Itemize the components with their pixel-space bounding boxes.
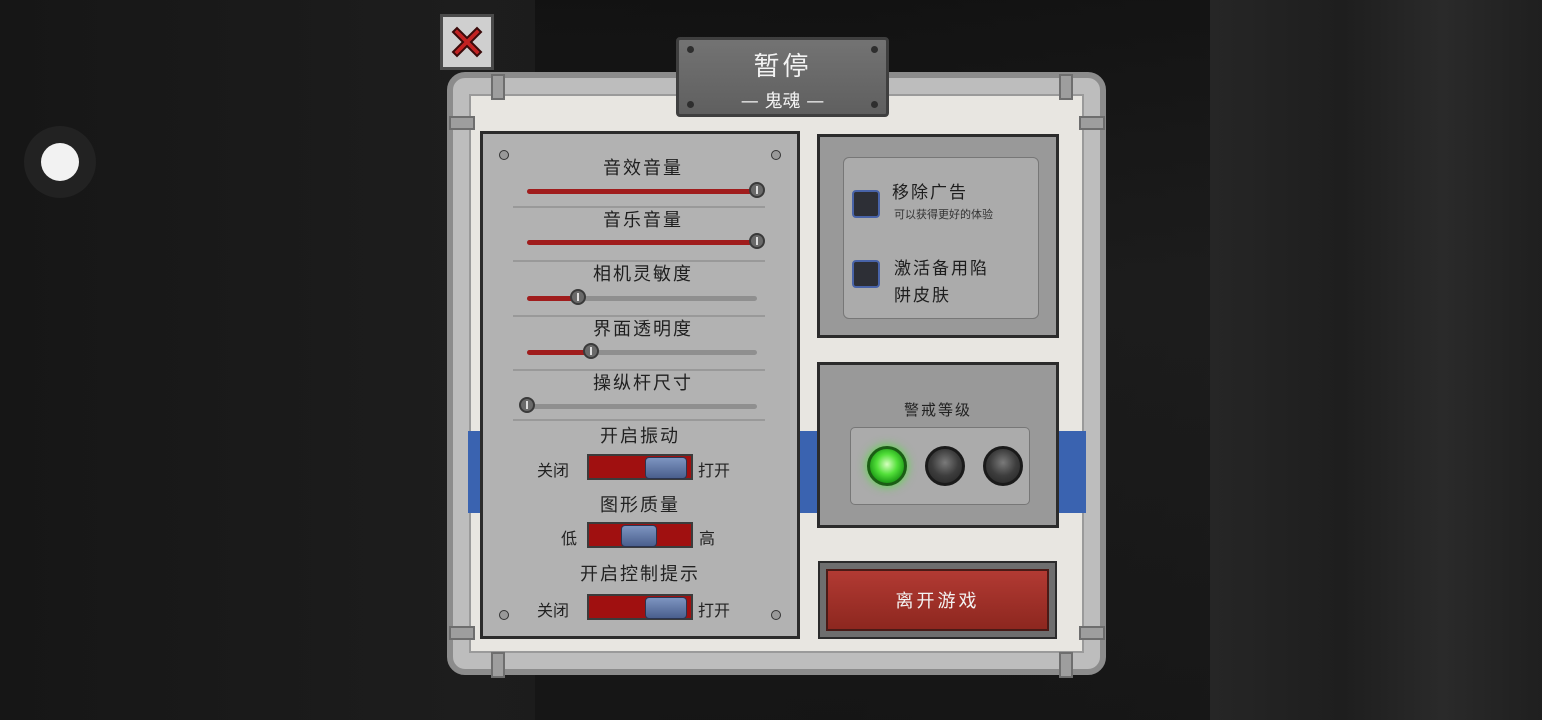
slider-track[interactable] — [527, 343, 757, 359]
frame-bolt — [1059, 652, 1073, 678]
vibration-toggle[interactable] — [587, 454, 693, 480]
vibration-title: 开启振动 — [600, 426, 680, 447]
hints-toggle[interactable] — [587, 594, 693, 620]
slider-knob[interactable] — [569, 289, 586, 305]
frame-bolt — [491, 652, 505, 678]
frame-bolt — [1059, 74, 1073, 100]
slider-label: 相机灵敏度 — [593, 264, 693, 285]
toggle-high-label: 高 — [699, 529, 716, 548]
page-subtitle: — 鬼魂 — — [740, 91, 825, 112]
slider-track[interactable] — [527, 233, 765, 249]
toggle-handle[interactable] — [645, 457, 687, 479]
toggle-low-label: 低 — [561, 529, 578, 548]
joystick-dot-icon — [41, 143, 79, 181]
frame-bolt — [449, 626, 475, 640]
blue-stripe-right — [1059, 431, 1086, 513]
screw-icon — [687, 46, 694, 53]
graphics-toggle-row: 低 高 — [483, 522, 797, 552]
frame-bolt — [449, 116, 475, 130]
hints-title: 开启控制提示 — [580, 564, 700, 585]
trap-skin-checkbox[interactable] — [852, 260, 880, 288]
hints-toggle-row: 关闭 打开 — [483, 594, 797, 624]
leave-game-frame: 离开游戏 — [818, 561, 1057, 639]
slider-knob[interactable] — [583, 343, 600, 359]
close-x-icon — [451, 26, 483, 58]
slider-track[interactable] — [519, 397, 757, 413]
divider — [513, 419, 765, 421]
graphics-title: 图形质量 — [600, 495, 680, 516]
screw-icon — [499, 150, 509, 160]
slider-fill — [527, 240, 757, 245]
toggle-on-label: 打开 — [698, 601, 731, 620]
toggle-handle[interactable] — [621, 525, 657, 547]
slider-joystick-size[interactable]: 操纵杆尺寸 — [513, 369, 773, 419]
title-plate: 暂停 — 鬼魂 — — [676, 37, 889, 117]
slider-track[interactable] — [527, 289, 757, 305]
toggle-handle[interactable] — [645, 597, 687, 619]
options-inner: 移除广告 可以获得更好的体验 激活备用陷 阱皮肤 — [843, 157, 1039, 319]
toggle-on-label: 打开 — [698, 461, 731, 480]
frame-bolt — [1079, 116, 1105, 130]
trap-skin-label-line2: 阱皮肤 — [894, 286, 951, 306]
options-panel: 移除广告 可以获得更好的体验 激活备用陷 阱皮肤 — [817, 134, 1059, 338]
page-title: 暂停 — [753, 52, 812, 82]
vibration-toggle-row: 关闭 打开 — [483, 454, 797, 484]
screw-icon — [871, 46, 878, 53]
remove-ads-label: 移除广告 — [892, 183, 968, 203]
alert-lamp-1-icon — [867, 446, 907, 486]
slider-knob[interactable] — [749, 182, 765, 198]
frame-bolt — [1079, 626, 1105, 640]
toggle-off-label: 关闭 — [537, 461, 570, 480]
alert-lamp-2-icon — [925, 446, 965, 486]
slider-sfx-volume[interactable]: 音效音量 — [513, 154, 773, 204]
slider-knob[interactable] — [749, 233, 765, 249]
remove-ads-checkbox[interactable] — [852, 190, 880, 218]
close-button[interactable] — [440, 14, 494, 70]
frame-bolt — [491, 74, 505, 100]
leave-game-button[interactable]: 离开游戏 — [826, 569, 1049, 631]
joystick-indicator[interactable] — [24, 126, 96, 198]
alert-lamp-3-icon — [983, 446, 1023, 486]
screw-icon — [871, 101, 878, 108]
blue-stripe-middle — [800, 431, 818, 513]
screw-icon — [687, 101, 694, 108]
slider-track[interactable] — [527, 182, 765, 198]
graphics-toggle[interactable] — [587, 522, 693, 548]
slider-ui-opacity[interactable]: 界面透明度 — [513, 315, 773, 365]
slider-music-volume[interactable]: 音乐音量 — [513, 206, 773, 256]
settings-panel: 音效音量 音乐音量 相机灵敏度 界面透明度 操纵杆尺寸 开启振动 关闭 打开 图… — [480, 131, 800, 639]
slider-label: 界面透明度 — [593, 319, 693, 340]
slider-label: 音乐音量 — [603, 210, 683, 231]
slider-label: 操纵杆尺寸 — [593, 373, 693, 394]
alert-level-lamps — [850, 427, 1030, 505]
slider-knob[interactable] — [519, 397, 535, 413]
slider-camera-sensitivity[interactable]: 相机灵敏度 — [513, 260, 773, 310]
toggle-off-label: 关闭 — [537, 601, 570, 620]
slider-fill — [527, 350, 592, 355]
alert-level-panel: 警戒等级 — [817, 362, 1059, 528]
slider-label: 音效音量 — [603, 158, 683, 179]
remove-ads-sublabel: 可以获得更好的体验 — [894, 208, 993, 221]
background-wall — [1210, 0, 1542, 720]
slider-fill — [527, 189, 757, 194]
alert-level-title: 警戒等级 — [903, 401, 972, 419]
trap-skin-label-line1: 激活备用陷 — [894, 259, 989, 279]
